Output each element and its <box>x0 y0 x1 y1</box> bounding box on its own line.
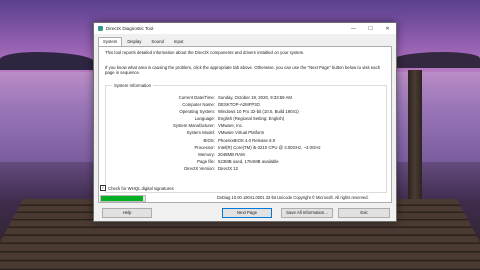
info-label: Operating System: <box>179 109 215 115</box>
info-row-language: Language: English (Regional Setting: Engl… <box>106 115 386 122</box>
tab-sound[interactable]: Sound <box>146 37 168 46</box>
exit-button[interactable]: Exit <box>338 208 390 218</box>
info-value: VMware Virtual Platform <box>218 130 265 136</box>
close-button[interactable]: ✕ <box>379 23 396 34</box>
tab-bar: System Display Sound Input <box>98 37 189 47</box>
info-row-manufacturer: System Manufacturer: VMware, Inc. <box>106 122 386 129</box>
info-row-computer-name: Computer Name: DESKTOP-A2MFP3O <box>106 101 386 108</box>
system-tab-pane: This tool reports detailed information a… <box>98 46 392 203</box>
info-value: DESKTOP-A2MFP3O <box>218 102 260 108</box>
tab-input[interactable]: Input <box>169 37 189 46</box>
info-label: DirectX Version: <box>184 165 215 171</box>
whql-checkbox-row[interactable]: ✓ Check for WHQL digital signatures <box>100 185 174 191</box>
whql-checkbox[interactable]: ✓ <box>100 185 106 191</box>
system-information-group: System Information Current Date/Time: Sun… <box>105 83 387 193</box>
whql-checkbox-label: Check for WHQL digital signatures <box>108 185 174 191</box>
status-row: DxDiag 10.00.19041.0001 32-bit Unicode C… <box>100 194 390 202</box>
tab-display[interactable]: Display <box>122 37 146 46</box>
info-label: Memory: <box>198 151 215 157</box>
next-page-button[interactable]: Next Page <box>222 208 272 218</box>
dxdiag-window: DirectX Diagnostic Tool — ☐ ✕ System Dis… <box>93 22 397 222</box>
info-row-memory: Memory: 2048MB RAM <box>106 151 386 158</box>
dxdiag-app-icon <box>98 26 103 31</box>
copyright-text: DxDiag 10.00.19041.0001 32-bit Unicode C… <box>217 195 369 200</box>
info-label: Current Date/Time: <box>178 95 215 100</box>
info-value: DirectX 12 <box>218 165 239 171</box>
progress-bar <box>100 195 146 202</box>
title-bar[interactable]: DirectX Diagnostic Tool — ☐ ✕ <box>94 23 396 34</box>
info-label: Computer Name: <box>182 102 215 108</box>
info-value: VMware, Inc. <box>218 123 244 129</box>
info-row-directx-version: DirectX Version: DirectX 12 <box>106 165 386 172</box>
info-label: Processor: <box>194 144 215 150</box>
minimize-button[interactable]: — <box>345 23 362 34</box>
intro-instructions: If you know what area is causing the pro… <box>105 65 381 76</box>
info-label: Language: <box>194 116 215 122</box>
system-info-rows: Current Date/Time: Sunday, October 18, 20… <box>106 94 386 172</box>
info-value: PhoenixBIOS 4.0 Release 6.0 <box>218 137 276 143</box>
info-value: Sunday, October 18, 2020, 9:33:59 AM <box>218 95 292 100</box>
info-label: System Manufacturer: <box>172 123 215 129</box>
info-row-os: Operating System: Windows 10 Pro 32-bit (… <box>106 108 386 115</box>
info-row-bios: BIOS: PhoenixBIOS 4.0 Release 6.0 <box>106 137 386 144</box>
hills-left <box>0 52 95 70</box>
info-row-processor: Processor: Intel(R) Core(TM) i5-3210 CPU … <box>106 144 386 151</box>
info-value: 2048MB RAM <box>218 151 245 157</box>
progress-fill <box>101 196 143 201</box>
info-label: System Model: <box>186 130 215 136</box>
info-row-model: System Model: VMware Virtual Platform <box>106 129 386 136</box>
help-button[interactable]: Help <box>102 208 152 218</box>
info-value: 523MB used, 1764MB available <box>218 158 279 164</box>
intro-text: This tool reports detailed information a… <box>105 50 305 55</box>
info-value: English (Regional Setting: English) <box>218 116 285 122</box>
button-row: Help Next Page Save All Information... E… <box>94 208 396 218</box>
save-all-information-button[interactable]: Save All Information... <box>281 208 333 218</box>
info-value: Intel(R) Core(TM) i5-3210 CPU @ 3.00GHz,… <box>218 144 321 150</box>
group-title: System Information <box>112 83 154 88</box>
maximize-button[interactable]: ☐ <box>362 23 379 34</box>
info-row-date: Current Date/Time: Sunday, October 18, 20… <box>106 94 386 101</box>
info-row-page-file: Page file: 523MB used, 1764MB available <box>106 158 386 165</box>
info-label: Page file: <box>197 158 215 164</box>
info-label: BIOS: <box>203 137 215 143</box>
info-value: Windows 10 Pro 32-bit (10.0, Build 19041… <box>218 109 299 115</box>
window-title: DirectX Diagnostic Tool <box>106 26 154 31</box>
hills-right <box>390 52 480 68</box>
